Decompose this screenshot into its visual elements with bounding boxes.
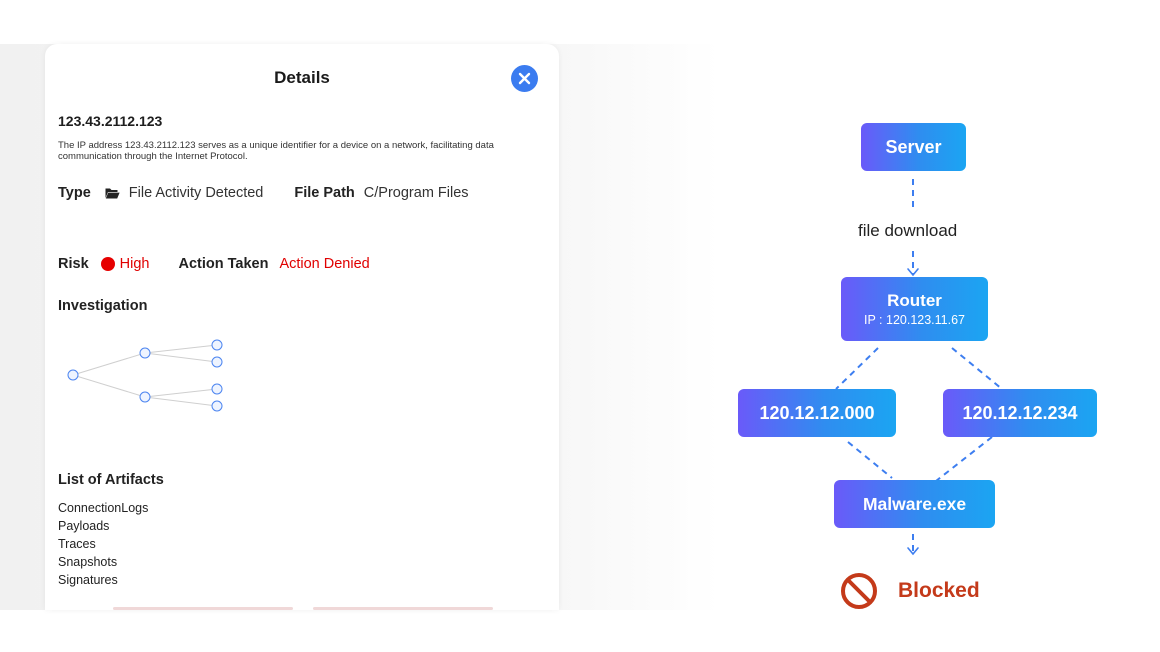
host-node-1[interactable]: 120.12.12.000 (738, 389, 896, 437)
blocked-icon (841, 573, 877, 609)
tree-node-root (67, 369, 79, 381)
router-label: Router (887, 291, 942, 310)
footer-button-edge[interactable] (313, 607, 493, 610)
action-taken-label: Action Taken (178, 256, 269, 272)
ip-description: The IP address 123.43.2112.123 serves as… (58, 140, 494, 162)
details-panel: Details 123.43.2112.123 The IP address 1… (45, 44, 559, 610)
host-2-label: 120.12.12.234 (962, 402, 1078, 423)
file-path-label: File Path (294, 185, 355, 201)
ip-address-heading: 123.43.2112.123 (58, 113, 163, 129)
details-title: Details (274, 68, 330, 87)
tree-node (211, 400, 223, 412)
investigation-title: Investigation (58, 298, 148, 314)
server-node[interactable]: Server (861, 123, 966, 171)
tree-node (139, 347, 151, 359)
list-item[interactable]: Snapshots (58, 553, 148, 571)
tree-node (211, 356, 223, 368)
list-item[interactable]: Signatures (58, 571, 148, 589)
list-item[interactable]: Traces (58, 535, 148, 553)
blocked-label: Blocked (898, 579, 980, 602)
investigation-tree[interactable] (58, 334, 238, 424)
blocked-status: Blocked (840, 572, 980, 610)
risk-indicator-icon (100, 257, 115, 271)
host-node-2[interactable]: 120.12.12.234 (943, 389, 1097, 437)
type-label: Type (58, 185, 91, 201)
tree-node (139, 391, 151, 403)
artifacts-title: List of Artifacts (58, 472, 164, 488)
close-button[interactable] (511, 65, 538, 92)
risk-row: Risk High Action Taken Action Denied (58, 256, 370, 272)
folder-open-icon (105, 188, 120, 199)
malware-node[interactable]: Malware.exe (834, 480, 995, 528)
flow-diagram: Server file download Router IP : 120.123… (700, 100, 1140, 630)
file-path-value: C/Program Files (363, 185, 469, 201)
list-item[interactable]: ConnectionLogs (58, 499, 148, 517)
file-download-label: file download (858, 221, 958, 240)
risk-label: Risk (58, 256, 89, 272)
action-taken-value: Action Denied (279, 256, 370, 272)
risk-value: High (119, 256, 150, 272)
footer-button-edge[interactable] (113, 607, 293, 610)
close-icon (518, 72, 531, 85)
list-item[interactable]: Payloads (58, 517, 148, 535)
tree-node (211, 339, 223, 351)
type-value: File Activity Detected (128, 185, 264, 201)
tree-node (211, 383, 223, 395)
type-row: Type File Activity Detected File Path C/… (58, 185, 469, 201)
flow-connectors (835, 179, 1003, 556)
server-label: Server (885, 136, 942, 157)
artifact-list: ConnectionLogs Payloads Traces Snapshots… (58, 499, 148, 589)
malware-label: Malware.exe (862, 493, 967, 514)
host-1-label: 120.12.12.000 (759, 402, 875, 423)
router-ip: IP : 120.123.11.67 (863, 313, 965, 327)
router-node[interactable]: Router IP : 120.123.11.67 (841, 277, 988, 341)
